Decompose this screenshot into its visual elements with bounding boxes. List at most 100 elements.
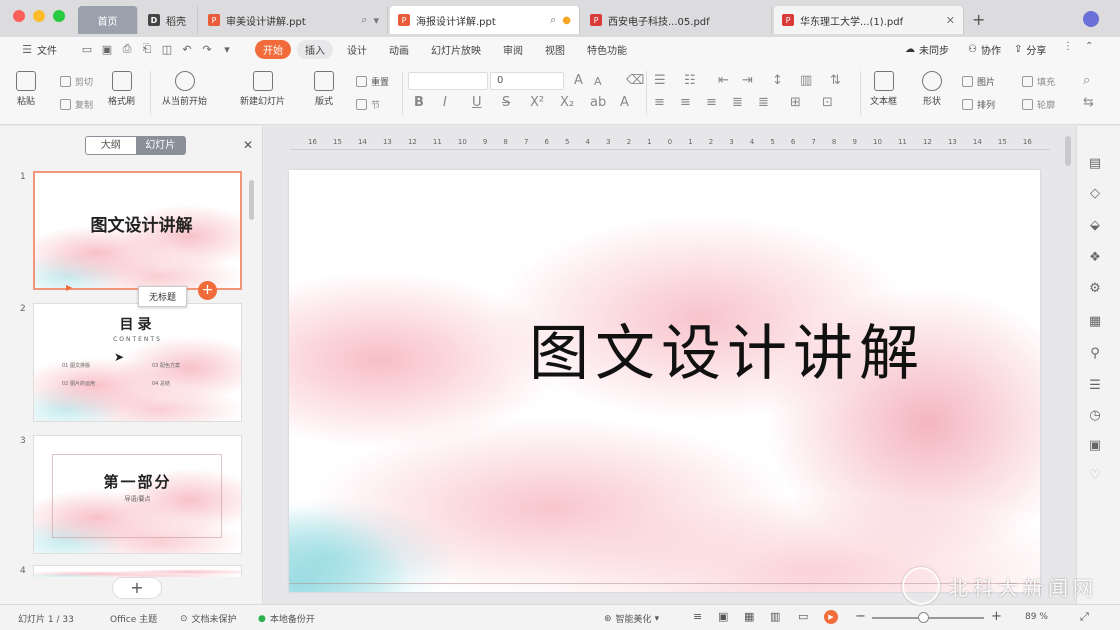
zoom-in-icon[interactable]: +: [991, 609, 1002, 624]
fill-bucket-icon[interactable]: ⬙: [1087, 218, 1103, 234]
reading-view-icon[interactable]: ▥: [770, 610, 780, 623]
close-panel-icon[interactable]: ✕: [243, 138, 253, 152]
increase-indent-icon[interactable]: ⇥: [742, 73, 753, 88]
slide-thumbnail-3[interactable]: 第一部分 导语/要点: [33, 435, 242, 554]
menu-features[interactable]: 特色功能: [579, 40, 635, 59]
notes-icon[interactable]: ≡: [693, 610, 702, 623]
new-tab-button[interactable]: +: [972, 10, 985, 29]
share-button[interactable]: ⇪ 分享: [1014, 42, 1046, 57]
bullet-list-icon[interactable]: ☰: [654, 73, 666, 88]
close-tab-icon[interactable]: ✕: [946, 14, 955, 27]
columns-icon[interactable]: ▥: [800, 73, 812, 88]
normal-view-icon[interactable]: ▣: [718, 610, 728, 623]
pin-icon[interactable]: ⚲: [1087, 346, 1103, 362]
chevron-down-icon[interactable]: ▾: [373, 14, 379, 27]
section-button[interactable]: 节: [356, 98, 380, 111]
fill-button[interactable]: 填充: [1022, 75, 1055, 88]
replace-icon[interactable]: ⇆: [1083, 95, 1094, 110]
history-icon[interactable]: ◷: [1087, 408, 1103, 424]
tab-docer[interactable]: D 稻壳: [140, 6, 198, 34]
tab-document[interactable]: P 华东理工大学...(1).pdf ✕: [774, 6, 964, 34]
add-slide-inline-button[interactable]: +: [198, 281, 217, 300]
slide-thumbnail-1[interactable]: 图文设计讲解: [33, 171, 242, 290]
tab-document-active[interactable]: P 海报设计详解.ppt ⌕ ●: [390, 6, 580, 34]
backup-status[interactable]: ● 本地备份开: [258, 612, 315, 626]
picture-button[interactable]: 图片: [962, 75, 995, 88]
smart-beautify-button[interactable]: ⊛ 智能美化 ▾: [604, 612, 659, 626]
shrink-font-icon[interactable]: A: [594, 75, 602, 88]
folder-icon[interactable]: ▭: [80, 42, 94, 56]
menu-design[interactable]: 设计: [339, 40, 375, 59]
sync-status[interactable]: ☁ 未同步: [905, 42, 949, 57]
fit-window-icon[interactable]: ⤢: [1080, 610, 1089, 624]
undo-icon[interactable]: ↶: [180, 42, 194, 56]
italic-icon[interactable]: I: [443, 95, 447, 110]
textbox-button[interactable]: 文本框: [870, 71, 897, 107]
menu-insert[interactable]: 插入: [297, 39, 333, 59]
properties-icon[interactable]: ▤: [1087, 156, 1103, 172]
font-family-select[interactable]: [408, 72, 488, 90]
menu-slideshow[interactable]: 幻灯片放映: [423, 40, 489, 59]
close-window-button[interactable]: [13, 10, 25, 22]
hamburger-menu-icon[interactable]: ☰: [20, 42, 34, 56]
export-icon[interactable]: ⎙: [120, 42, 134, 56]
maximize-window-button[interactable]: [53, 10, 65, 22]
shape-style-icon[interactable]: ◇: [1087, 186, 1103, 202]
tab-home[interactable]: 首页: [78, 6, 138, 34]
zoom-slider-thumb[interactable]: [918, 612, 929, 623]
font-color-icon[interactable]: A: [620, 95, 629, 110]
bold-icon[interactable]: B: [414, 95, 424, 110]
distribute-icon[interactable]: ≣: [758, 95, 769, 110]
redo-icon[interactable]: ↷: [200, 42, 214, 56]
cut-button[interactable]: 剪切: [60, 75, 93, 88]
beauty-icon[interactable]: ♡: [1087, 468, 1103, 484]
decrease-indent-icon[interactable]: ⇤: [718, 73, 729, 88]
align-center-icon[interactable]: ≡: [680, 95, 691, 110]
char-spacing-icon[interactable]: ab: [590, 95, 606, 110]
menu-home[interactable]: 开始: [255, 39, 291, 59]
shape-button[interactable]: 形状: [922, 71, 942, 107]
subscript-icon[interactable]: X₂: [560, 95, 574, 110]
protect-status[interactable]: ⊙ 文档未保护: [180, 612, 237, 626]
play-from-current-button[interactable]: 从当前开始: [162, 71, 207, 107]
minimize-window-button[interactable]: [33, 10, 45, 22]
more-icon[interactable]: ⋮: [1063, 41, 1073, 52]
save-icon[interactable]: ▣: [100, 42, 114, 56]
panel-scrollbar[interactable]: [249, 180, 254, 220]
play-slide-icon[interactable]: ▶: [66, 283, 72, 292]
smartart-icon[interactable]: ⊡: [822, 95, 833, 110]
template-icon[interactable]: ▦: [1087, 314, 1103, 330]
canvas-scrollbar[interactable]: [1063, 134, 1073, 594]
align-text-icon[interactable]: ⊞: [790, 95, 801, 110]
tab-document[interactable]: P 审美设计讲解.ppt ⌕ ▾: [200, 6, 388, 34]
align-left-icon[interactable]: ≡: [654, 95, 665, 110]
tab-outline[interactable]: 大纲: [86, 137, 136, 154]
menu-view[interactable]: 视图: [537, 40, 573, 59]
play-slideshow-icon[interactable]: ▶: [824, 610, 838, 624]
justify-icon[interactable]: ≣: [732, 95, 743, 110]
align-right-icon[interactable]: ≡: [706, 95, 717, 110]
text-direction-icon[interactable]: ⇅: [830, 73, 841, 88]
superscript-icon[interactable]: X²: [530, 95, 544, 110]
theme-name[interactable]: Office 主题: [110, 612, 157, 625]
slide-canvas[interactable]: 图文设计讲解: [289, 170, 1040, 592]
tab-slides[interactable]: 幻灯片: [135, 137, 185, 154]
slide-title[interactable]: 图文设计讲解: [289, 305, 1040, 392]
add-slide-button[interactable]: +: [112, 577, 162, 599]
line-spacing-icon[interactable]: ↕: [772, 73, 783, 88]
scroll-thumb[interactable]: [1065, 136, 1071, 166]
zoom-level[interactable]: 89 %: [1025, 612, 1048, 622]
paste-button[interactable]: 粘贴: [16, 71, 36, 107]
numbered-list-icon[interactable]: ☷: [684, 73, 696, 88]
tab-document[interactable]: P 西安电子科技...05.pdf: [582, 6, 772, 34]
strikethrough-icon[interactable]: S: [502, 95, 510, 110]
slide-thumbnail-2[interactable]: 目录 CONTENTS 01 图文排版 02 图片的运用 03 配色方案 04 …: [33, 303, 242, 422]
align-tools-icon[interactable]: ☰: [1087, 378, 1103, 394]
sorter-view-icon[interactable]: ▦: [744, 610, 754, 623]
settings-icon[interactable]: ⚙: [1087, 281, 1103, 297]
print-icon[interactable]: ⎗: [140, 42, 154, 56]
slide-thumbnail-4[interactable]: [33, 565, 242, 577]
effects-icon[interactable]: ❖: [1087, 250, 1103, 266]
grow-font-icon[interactable]: A: [574, 73, 583, 88]
menu-file[interactable]: 文件: [37, 42, 57, 57]
